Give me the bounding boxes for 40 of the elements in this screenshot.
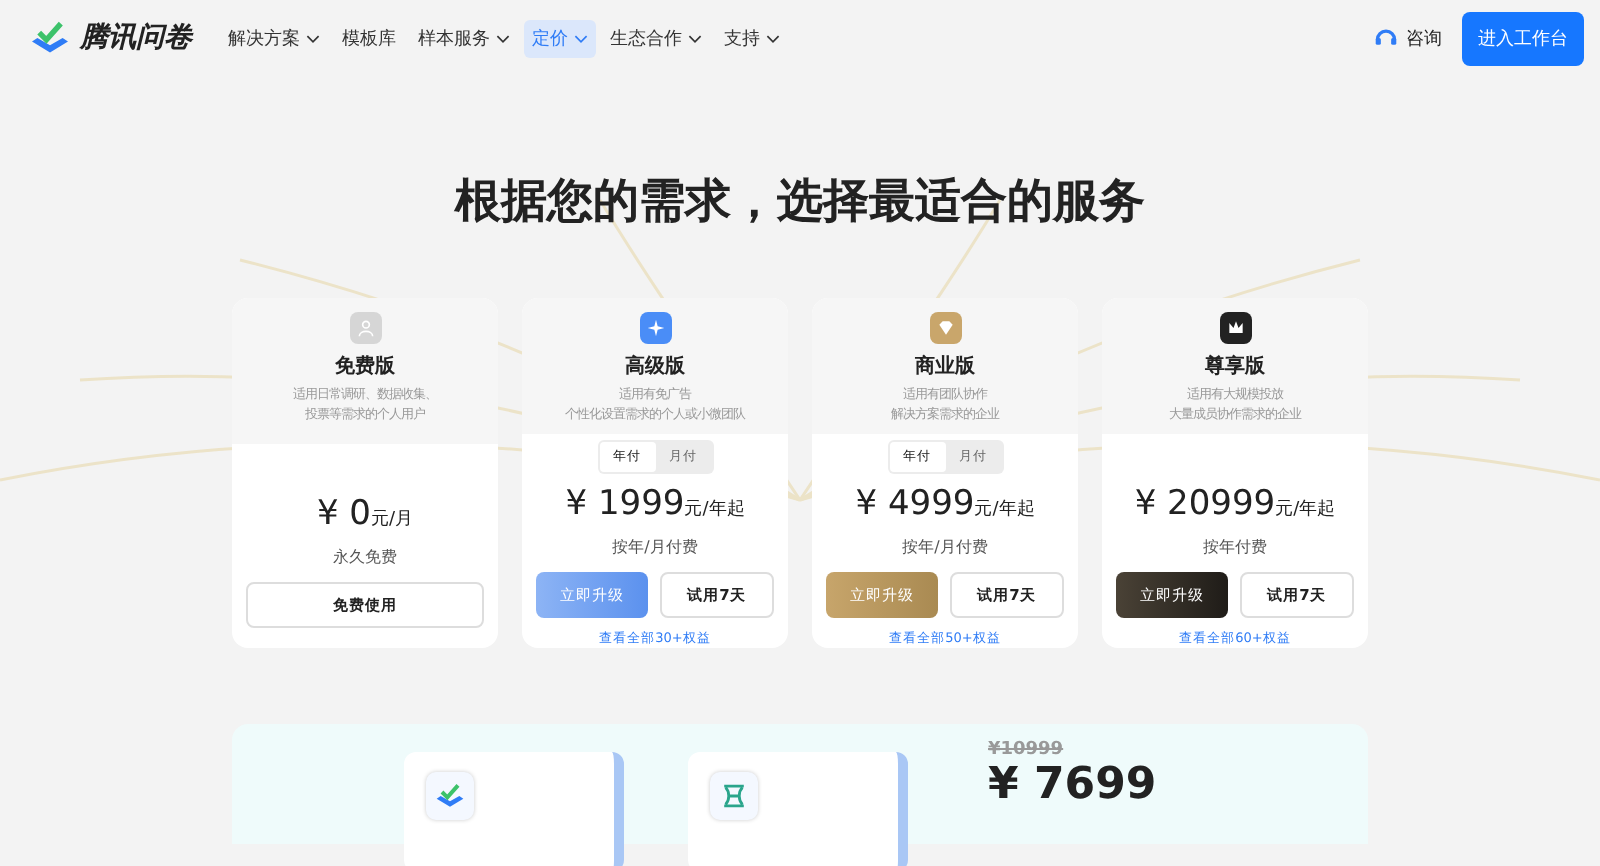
plan-price: ¥ 0 (316, 494, 371, 534)
promo-price: ¥ 7699 (988, 760, 1157, 812)
billing-note: 永久免费 (333, 546, 397, 568)
nav-menu-item[interactable]: 生态合作 (602, 19, 710, 57)
chevron-down-icon (688, 33, 702, 43)
billing-note: 按年/月付费 (612, 536, 698, 558)
headset-icon (1374, 26, 1398, 50)
plan-icon (1219, 312, 1251, 344)
consult-link[interactable]: 咨询 (1374, 25, 1442, 51)
plan-icon (639, 312, 671, 344)
plan-name: 免费版 (335, 353, 395, 380)
nav-menu-item[interactable]: 解决方案 (220, 19, 328, 57)
original-price: ¥10999 (988, 740, 1066, 760)
chevron-down-icon (496, 33, 510, 43)
price-unit: 元/年起 (684, 497, 745, 522)
price-unit: 元/年起 (974, 497, 1035, 522)
logo-icon[interactable] (28, 20, 72, 56)
billing-note: 按年付费 (1203, 536, 1267, 558)
billing-note: 按年/月付费 (902, 536, 988, 558)
check-layers-icon (426, 772, 474, 820)
chevron-down-icon (306, 33, 320, 43)
bars-icon (710, 772, 758, 820)
plan-icon (349, 312, 381, 344)
plan-name: 尊享版 (1205, 352, 1265, 380)
nav-menu-item[interactable]: 模板库 (334, 19, 404, 57)
enter-workspace-button[interactable]: 进入工作台 (1462, 11, 1584, 65)
price-unit: 元/年起 (1275, 497, 1336, 522)
chevron-down-icon (766, 33, 780, 43)
plan-price: ¥ 4999 (855, 484, 975, 524)
plan-name: 高级版 (625, 352, 685, 380)
plan-price: ¥ 1999 (565, 484, 685, 524)
price-unit: 元/月 (371, 508, 414, 532)
page-heading: 根据您的需求，选择最适合的服务 (452, 174, 1147, 232)
plan-icon (929, 312, 961, 344)
plan-name: 商业版 (915, 352, 975, 380)
chevron-down-icon (574, 33, 588, 43)
brand-name[interactable]: 腾讯问卷 (80, 20, 192, 56)
nav-menu-item[interactable]: 样本服务 (410, 19, 518, 57)
plan-price: ¥ 20999 (1134, 484, 1276, 524)
nav-menu-item[interactable]: 支持 (716, 19, 788, 57)
